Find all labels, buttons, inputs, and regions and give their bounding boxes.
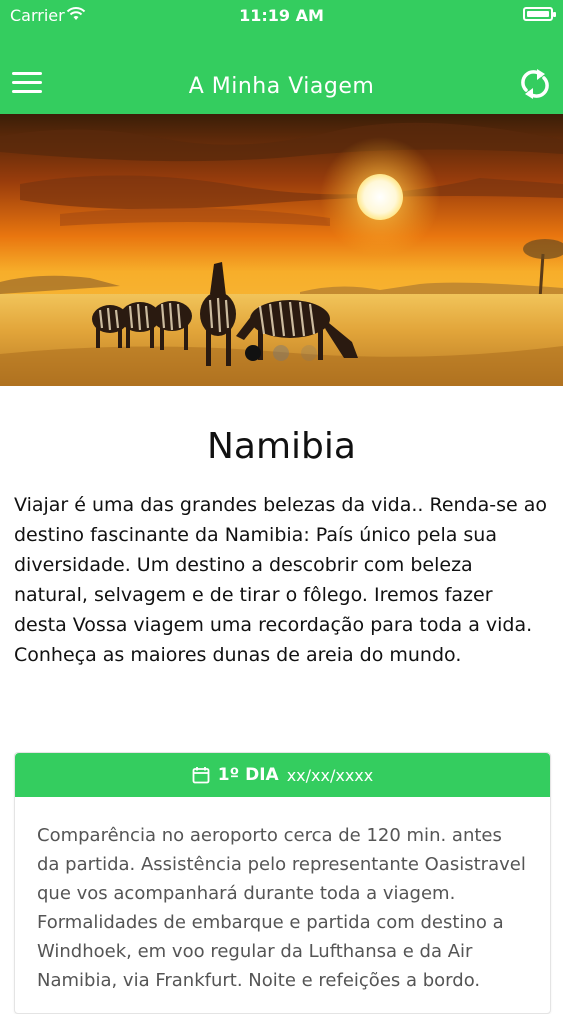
day-header[interactable]: 1º DIA xx/xx/xxxx [15,753,550,797]
navigation-bar: A Minha Viagem [0,54,563,114]
day-label: 1º DIA [217,765,279,785]
carousel-dot-3[interactable] [301,345,317,361]
day-description: Comparência no aeroporto cerca de 120 mi… [37,825,526,991]
day-date: xx/xx/xxxx [286,765,374,785]
status-bar: Carrier 11:19 AM [0,0,563,30]
calendar-icon [192,767,210,784]
carousel-dot-1[interactable] [245,345,261,361]
page-title: A Minha Viagem [188,74,375,99]
destination-title: Namibia [207,426,356,467]
carousel-dot-2[interactable] [273,345,289,361]
destination-description: Viajar é uma das grandes belezas da vida… [14,494,548,666]
app-header: Carrier 11:19 AM A Minha Viagem [0,0,563,114]
itinerary-day-card: 1º DIA xx/xx/xxxx Comparência no aeropor… [14,752,551,1014]
battery-icon [523,7,556,21]
status-time: 11:19 AM [239,6,324,25]
sync-refresh-icon[interactable] [519,66,551,102]
carousel-pagination [245,345,317,365]
